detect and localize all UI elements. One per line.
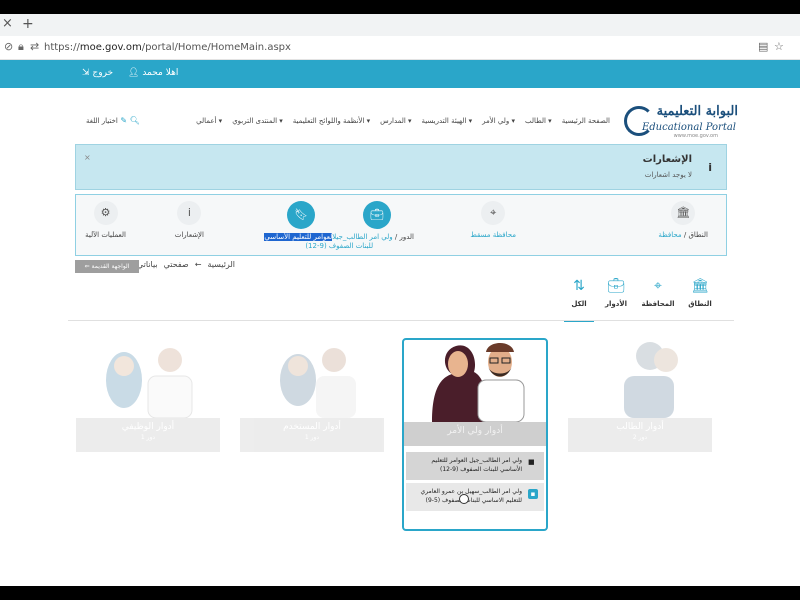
institution-icon: 🏛︎ xyxy=(671,201,696,225)
nav-menu: الصفحة الرئيسية الطالب ▾ ولي الأمر ▾ اله… xyxy=(196,117,610,125)
nav-student[interactable]: الطالب ▾ xyxy=(525,117,552,125)
tab-all[interactable]: ⇅ الكل xyxy=(564,278,594,322)
tabs-divider xyxy=(68,320,734,321)
card-student-roles[interactable]: أدوار الطالب 2 دور xyxy=(566,336,714,456)
back-icon: ⇐ xyxy=(84,263,90,270)
info-circle-icon: i xyxy=(177,201,202,225)
gear-icon: ⚙ xyxy=(93,201,118,225)
breadcrumb-arrow-icon: ← xyxy=(194,260,202,269)
card-user-bar: أدوار المستخدم 1 دور xyxy=(240,418,384,452)
notifications-title: الإشعارات xyxy=(642,154,692,165)
logo-website-text: www.moe.gov.om xyxy=(673,133,718,139)
filter-tabs: 🏛︎ النطاق ⌖ المحافظة 💼︎ الأدوار ⇅ الكل xyxy=(560,278,720,322)
close-tab-icon[interactable]: × xyxy=(2,16,13,31)
site-topbar: خروج ⇲ اهلا محمد 👤︎ xyxy=(0,60,800,88)
student-avatar-icon xyxy=(624,342,678,418)
nav-my-works[interactable]: أعمالي ▾ xyxy=(196,117,222,125)
user-avatar-icon xyxy=(280,348,356,418)
language-icon[interactable]: ✎ xyxy=(120,116,127,125)
user-greeting[interactable]: اهلا محمد 👤︎ xyxy=(128,68,178,78)
nav-home[interactable]: الصفحة الرئيسية xyxy=(562,117,610,125)
breadcrumb-my-data[interactable]: بياناتي xyxy=(137,260,158,269)
location-pin-icon: ⌖ xyxy=(481,201,506,225)
breadcrumb: الرئيسية ← صفحتي بياناتي xyxy=(137,260,235,269)
card-student-bar: أدوار الطالب 2 دور xyxy=(568,418,712,452)
notifications-empty-text: لا يوجد اشعارات xyxy=(644,171,692,179)
guardian-role-item-2[interactable]: ▪ ولي امر الطالب_سهيل بن عمرو العامري لل… xyxy=(406,483,544,511)
nav-forum[interactable]: المنتدى التربوي ▾ xyxy=(232,117,283,125)
guardian-role-item-1[interactable]: ■ ولي امر الطالب_جيل العوامر للتعليم الأ… xyxy=(406,452,544,480)
nav-schools[interactable]: المدارس ▾ xyxy=(380,117,411,125)
reader-mode-icon[interactable]: ▤ xyxy=(758,40,768,53)
logout-icon: ⇲ xyxy=(82,68,90,78)
mouse-cursor xyxy=(459,494,469,504)
address-bar[interactable]: ⊘ 🔒︎ ⇄ https://moe.gov.om/portal/Home/Ho… xyxy=(0,36,800,60)
sort-az-icon: ⇅ xyxy=(573,278,585,294)
tab-domain[interactable]: 🏛︎ النطاق xyxy=(680,278,720,308)
main-nav: البوابة التعليمية Educational Portal www… xyxy=(60,102,740,142)
briefcase-icon: 💼︎ xyxy=(363,201,392,229)
nav-guardian[interactable]: ولي الأمر ▾ xyxy=(482,117,515,125)
url-text[interactable]: https://moe.gov.om/portal/Home/HomeMain.… xyxy=(44,42,291,53)
guardian-avatar-icon xyxy=(432,343,525,422)
scope-notifications[interactable]: i الإشعارات xyxy=(175,201,204,239)
site-info-icon[interactable]: ⊘ xyxy=(4,40,13,53)
scope-domain[interactable]: 🏛︎ النطاق / محافظة xyxy=(658,201,708,239)
old-version-button[interactable]: ⇐ الواجهة القديمة xyxy=(75,260,139,273)
card-user-roles[interactable]: أدوار المستخدم 1 دور xyxy=(238,336,386,456)
card-guardian-bar: أدوار ولي الأمر xyxy=(404,422,546,446)
bookmark-icon: ▪ xyxy=(528,489,538,499)
logo-english-text: Educational Portal xyxy=(641,122,736,133)
info-icon: i xyxy=(708,161,712,174)
new-tab-button[interactable]: + xyxy=(22,16,34,32)
institution-icon: 🏛︎ xyxy=(691,278,709,294)
bookmark-star-icon[interactable]: ☆ xyxy=(774,40,784,53)
scope-auto-operations[interactable]: ⚙ العمليات الآلية xyxy=(85,201,126,239)
nav-tools: اختيار اللغة ✎ 🔍︎ xyxy=(86,116,140,125)
card-employee-bar: أدوار الوظيفي 1 دور xyxy=(76,418,220,452)
notifications-panel: i الإشعارات لا يوجد اشعارات × xyxy=(75,144,727,190)
portal-logo[interactable]: البوابة التعليمية Educational Portal www… xyxy=(622,102,740,142)
logout-link[interactable]: خروج ⇲ xyxy=(82,68,113,78)
screen: × + ⊘ 🔒︎ ⇄ https://moe.gov.om/portal/Hom… xyxy=(0,14,800,586)
breadcrumb-my-page[interactable]: صفحتي xyxy=(164,260,189,269)
tab-roles[interactable]: 💼︎ الأدوار xyxy=(596,278,636,308)
language-select[interactable]: اختيار اللغة xyxy=(86,117,118,125)
browser-tabbar: × + xyxy=(0,14,800,36)
card-employee-roles[interactable]: أدوار الوظيفي 1 دور xyxy=(74,336,222,456)
scope-role[interactable]: 🔖︎ 💼︎ الدور / ولي امر الطالب_جيلالعوامر … xyxy=(264,201,414,250)
lock-icon[interactable]: 🔒︎ xyxy=(18,40,24,54)
card-guardian-roles[interactable]: أدوار ولي الأمر ■ ولي امر الطالب_جيل الع… xyxy=(402,338,548,531)
logo-arabic-text: البوابة التعليمية xyxy=(656,104,738,119)
nav-teaching-staff[interactable]: الهيئة التدريسية ▾ xyxy=(422,117,473,125)
breadcrumb-home[interactable]: الرئيسية xyxy=(207,260,235,269)
tab-governorate[interactable]: ⌖ المحافظة xyxy=(638,278,678,308)
bookmark-icon: 🔖︎ xyxy=(287,201,316,229)
tune-icon[interactable]: ⇄ xyxy=(30,40,39,53)
briefcase-icon: 💼︎ xyxy=(607,278,625,294)
bookmark-icon: ■ xyxy=(528,458,535,466)
scope-governorate[interactable]: ⌖ محافظة مسقط xyxy=(470,201,516,239)
scope-bar: 🏛︎ النطاق / محافظة ⌖ محافظة مسقط 🔖︎ 💼︎ ا… xyxy=(75,194,727,256)
nav-regulations[interactable]: الأنظمة واللوائح التعليمية ▾ xyxy=(293,117,370,125)
user-icon: 👤︎ xyxy=(128,68,140,78)
close-notifications-icon[interactable]: × xyxy=(84,153,91,162)
search-icon[interactable]: 🔍︎ xyxy=(130,116,140,125)
location-pin-icon: ⌖ xyxy=(654,278,662,294)
employee-avatar-icon xyxy=(106,348,193,418)
